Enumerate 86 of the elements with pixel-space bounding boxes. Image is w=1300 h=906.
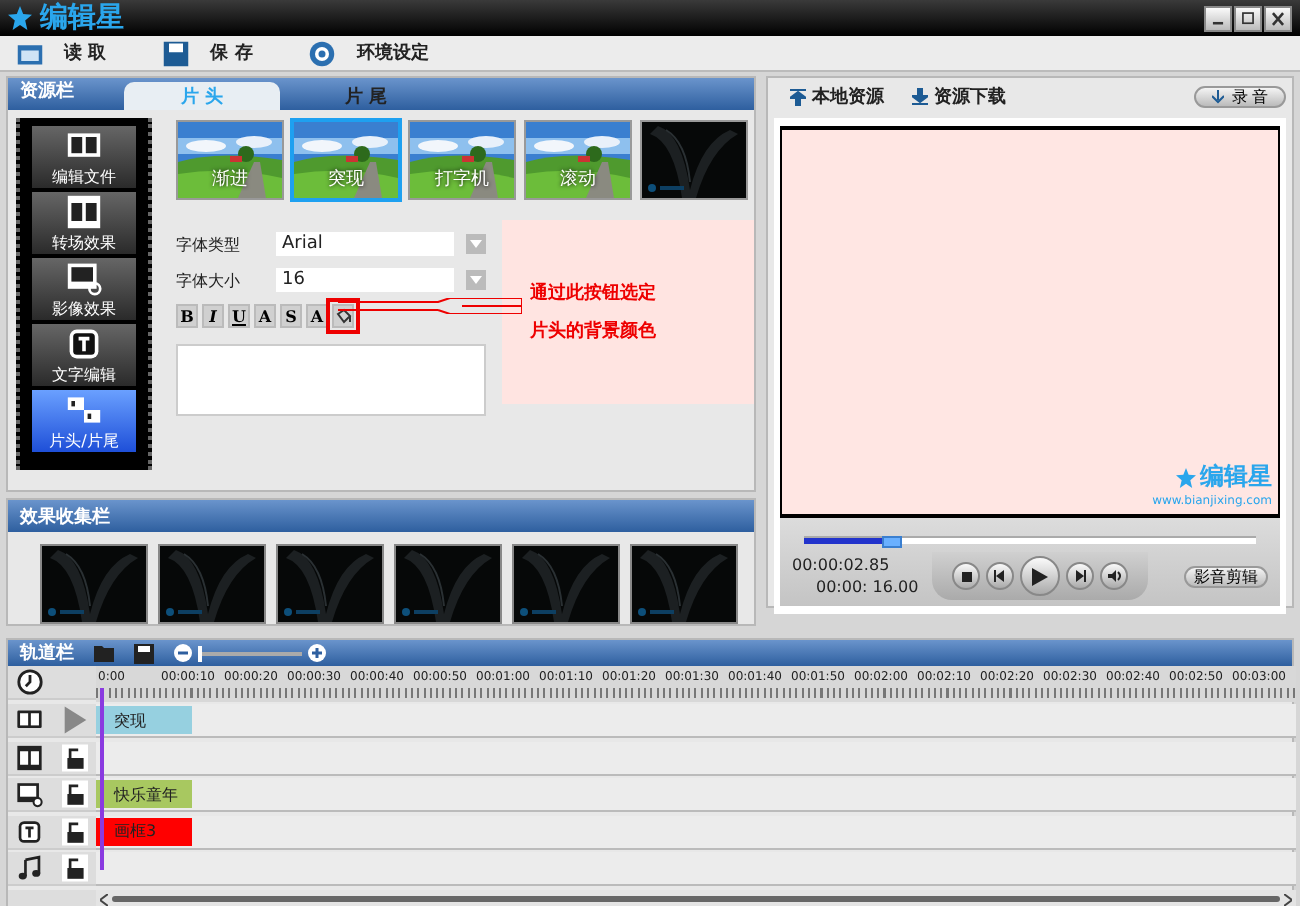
format-button[interactable]: I <box>202 304 224 328</box>
record-button[interactable]: 录 音 <box>1194 86 1286 108</box>
thumbnail[interactable] <box>276 544 384 624</box>
toolbar-button[interactable]: 环境设定 <box>356 40 429 66</box>
next-button[interactable] <box>1066 562 1094 590</box>
volume-icon <box>1107 570 1121 582</box>
lock-icon[interactable] <box>61 817 88 846</box>
format-button[interactable]: B <box>176 304 198 328</box>
track-clip[interactable]: 快乐童年 <box>96 780 192 809</box>
play-icon <box>1032 567 1048 585</box>
volume-button[interactable] <box>1100 562 1128 590</box>
horizontal-scrollbar[interactable] <box>96 889 1295 906</box>
paint-bucket-button[interactable] <box>332 304 354 328</box>
toolbar-link[interactable]: 本地资源 <box>790 84 884 110</box>
window-title: 编辑星 <box>40 0 124 36</box>
track-clip[interactable]: 突现 <box>96 706 192 735</box>
scrollbar-thumb[interactable] <box>112 896 1279 903</box>
progress-slider[interactable] <box>804 536 1256 544</box>
stop-icon <box>961 571 971 581</box>
sidebar-item[interactable]: 文字编辑 <box>32 324 136 386</box>
thumbnail[interactable] <box>394 544 502 624</box>
split-icon <box>66 391 102 427</box>
dropdown-field[interactable]: Arial <box>276 232 454 256</box>
text-input[interactable] <box>176 344 486 416</box>
format-button[interactable]: A <box>254 304 276 328</box>
upload-icon <box>790 88 806 106</box>
panel-title: 轨道栏 <box>20 641 74 666</box>
thumbnail[interactable] <box>630 544 738 624</box>
tab[interactable]: 片 尾 <box>288 82 444 110</box>
dropdown-field[interactable]: 16 <box>276 268 454 292</box>
close-button[interactable] <box>1264 5 1292 31</box>
download-icon <box>912 88 928 106</box>
sidebar-item[interactable]: 影像效果 <box>32 258 136 320</box>
panel-title: 效果收集栏 <box>18 505 112 529</box>
toolbar-button[interactable]: 读 取 <box>64 40 107 66</box>
format-button[interactable]: U <box>228 304 250 328</box>
logo-text: 编辑星 <box>1200 460 1272 494</box>
clock-icon <box>16 668 44 696</box>
folder-icon[interactable] <box>94 644 114 662</box>
format-button[interactable]: S <box>280 304 302 328</box>
total-time: 00:00: 16.00 <box>814 578 921 596</box>
text-track-icon <box>16 817 43 846</box>
folder-icon[interactable] <box>16 39 44 67</box>
lock-icon[interactable] <box>61 743 88 772</box>
field-label: 字体大小 <box>176 269 242 291</box>
zoom-in-icon[interactable] <box>308 644 326 662</box>
paint-bucket-icon <box>335 308 351 324</box>
star-icon <box>8 6 32 30</box>
toolbar-link[interactable]: 资源下载 <box>912 84 1006 110</box>
edit-button[interactable]: 影音剪辑 <box>1184 565 1268 587</box>
effect-track-icon <box>16 780 43 809</box>
toolbar-button[interactable]: 保 存 <box>210 40 253 66</box>
transition-track-icon <box>16 743 43 772</box>
current-time: 00:00:02.85 <box>792 556 892 574</box>
settings-icon[interactable] <box>308 39 337 67</box>
scroll-right-icon[interactable] <box>1283 893 1291 906</box>
next-icon <box>1074 570 1086 582</box>
play-button[interactable] <box>1020 556 1060 596</box>
audio-track-icon <box>16 854 43 883</box>
thumbnail[interactable] <box>640 120 748 200</box>
thumbnail[interactable] <box>40 544 148 624</box>
scroll-left-icon[interactable] <box>100 893 108 906</box>
format-button[interactable]: A <box>306 304 328 328</box>
maximize-button[interactable] <box>1234 5 1262 31</box>
sidebar-item[interactable]: 片头/片尾 <box>32 390 136 452</box>
lock-icon[interactable] <box>61 780 88 809</box>
track-clip[interactable]: 画框3 <box>96 817 192 846</box>
lock-icon[interactable] <box>61 854 88 883</box>
previous-icon <box>994 570 1006 582</box>
star-icon <box>1176 467 1196 487</box>
sidebar-item[interactable]: 转场效果 <box>32 192 136 254</box>
annotation-text: 通过此按钮选定 <box>530 280 658 306</box>
annotation-text: 片头的背景颜色 <box>530 318 658 344</box>
thumbnail[interactable] <box>512 544 620 624</box>
zoom-out-icon[interactable] <box>174 644 192 662</box>
sidebar-item[interactable]: 编辑文件 <box>32 126 136 188</box>
text-icon <box>66 325 102 361</box>
image-icon <box>66 259 102 295</box>
film-icon <box>66 127 102 163</box>
thumbnail[interactable] <box>158 544 266 624</box>
ab-icon <box>66 193 102 229</box>
previous-button[interactable] <box>986 562 1014 590</box>
field-label: 字体类型 <box>176 233 242 255</box>
panel-title: 资源栏 <box>18 79 76 106</box>
stop-button[interactable] <box>952 562 980 590</box>
minimize-button[interactable] <box>1204 5 1232 31</box>
